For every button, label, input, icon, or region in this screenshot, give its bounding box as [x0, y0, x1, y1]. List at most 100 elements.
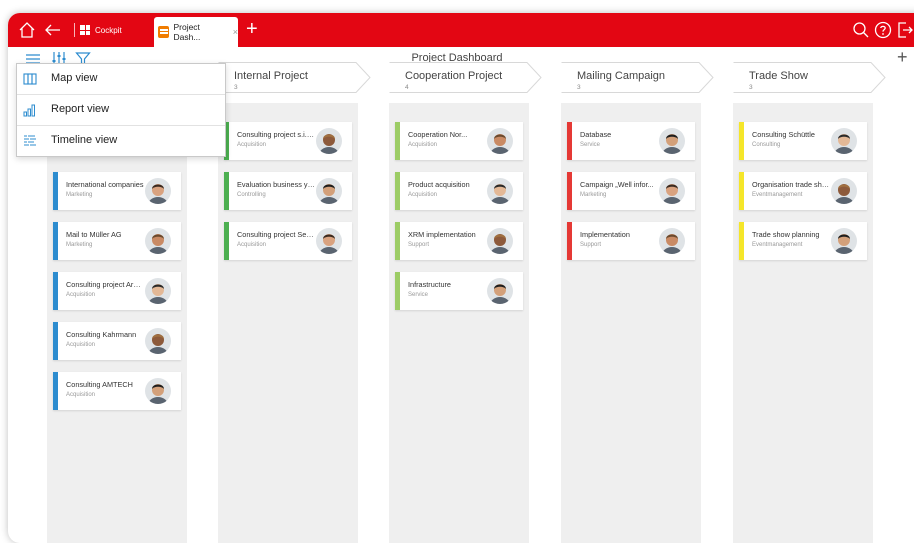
menu-item-label: Timeline view	[51, 134, 118, 146]
project-card[interactable]: Mail to Müller AG Marketing	[53, 222, 181, 260]
dashboard-tab-icon	[158, 26, 170, 38]
card-title: Consulting Kahrmann	[66, 330, 137, 339]
card-status-bar	[739, 222, 744, 260]
search-icon[interactable]	[850, 19, 872, 41]
avatar[interactable]	[487, 178, 513, 204]
column-header[interactable]: Internal Project 3	[218, 62, 372, 93]
column-header[interactable]: Trade Show 3	[733, 62, 887, 93]
view-menu: Map view Report view Timeline view	[16, 63, 226, 157]
project-card[interactable]: Trade show planning Eventmanagement	[739, 222, 867, 260]
card-subtitle: Acquisition	[66, 342, 96, 348]
menu-item-label: Map view	[51, 72, 98, 84]
home-icon[interactable]	[16, 19, 38, 41]
card-subtitle: Acquisition	[237, 142, 267, 148]
new-tab-button[interactable]: +	[246, 18, 258, 40]
card-subtitle: Controlling	[237, 192, 266, 198]
card-subtitle: Service	[408, 292, 429, 298]
card-status-bar	[567, 222, 572, 260]
project-card[interactable]: Consulting Schüttle Consulting	[739, 122, 867, 160]
avatar[interactable]	[487, 278, 513, 304]
card-title: Consulting project s.i.g...	[237, 130, 315, 139]
top-bar: Cockpit Project Dash... × +	[8, 13, 914, 47]
card-status-bar	[224, 172, 229, 210]
back-arrow-icon[interactable]	[42, 19, 64, 41]
avatar[interactable]	[487, 228, 513, 254]
project-card[interactable]: Consulting Kahrmann Acquisition	[53, 322, 181, 360]
avatar[interactable]	[316, 228, 342, 254]
card-title: Product acquisition	[408, 180, 470, 189]
card-subtitle: Support	[580, 242, 602, 248]
card-title: Campaign „Well infor...	[580, 180, 654, 189]
card-subtitle: Eventmanagement	[752, 192, 803, 198]
tab-close-icon[interactable]: ×	[233, 27, 238, 37]
project-card[interactable]: XRM implementation Support	[395, 222, 523, 260]
column-count: 4	[405, 84, 409, 91]
avatar[interactable]	[145, 378, 171, 404]
tab-cockpit-label: Cockpit	[95, 25, 122, 35]
column-lane	[733, 103, 873, 543]
column-title: Trade Show	[749, 70, 808, 82]
card-subtitle: Acquisition	[408, 192, 438, 198]
card-status-bar	[53, 172, 58, 210]
card-subtitle: Acquisition	[237, 242, 267, 248]
avatar[interactable]	[145, 228, 171, 254]
project-card[interactable]: Consulting project Secu... Acquisition	[224, 222, 352, 260]
card-subtitle: Acquisition	[66, 292, 96, 298]
avatar[interactable]	[145, 178, 171, 204]
project-card[interactable]: Database Service	[567, 122, 695, 160]
avatar[interactable]	[145, 328, 171, 354]
card-status-bar	[53, 322, 58, 360]
project-card[interactable]: Cooperation Nor... Acquisition	[395, 122, 523, 160]
card-title: Infrastructure	[408, 280, 451, 289]
avatar[interactable]	[659, 128, 685, 154]
card-status-bar	[739, 172, 744, 210]
project-card[interactable]: Consulting AMTECH Acquisition	[53, 372, 181, 410]
avatar[interactable]	[145, 278, 171, 304]
project-card[interactable]: Campaign „Well infor... Marketing	[567, 172, 695, 210]
column-lane	[218, 103, 358, 543]
column-count: 3	[577, 84, 581, 91]
card-title: Implementation	[580, 230, 630, 239]
menu-item-report-view[interactable]: Report view	[17, 95, 225, 125]
avatar[interactable]	[831, 228, 857, 254]
avatar[interactable]	[316, 128, 342, 154]
avatar[interactable]	[316, 178, 342, 204]
tab-cockpit[interactable]: Cockpit	[80, 22, 122, 38]
card-status-bar	[395, 172, 400, 210]
card-status-bar	[53, 272, 58, 310]
card-status-bar	[53, 222, 58, 260]
avatar[interactable]	[659, 178, 685, 204]
card-subtitle: Acquisition	[408, 142, 438, 148]
card-subtitle: Marketing	[66, 242, 93, 248]
project-card[interactable]: Infrastructure Service	[395, 272, 523, 310]
help-icon[interactable]	[872, 19, 894, 41]
menu-item-label: Report view	[51, 103, 110, 115]
card-status-bar	[395, 122, 400, 160]
project-card[interactable]: Consulting project Argus Acquisition	[53, 272, 181, 310]
column-title: Internal Project	[234, 70, 308, 82]
column-title: Cooperation Project	[405, 70, 503, 82]
card-title: Consulting project Argus	[66, 280, 144, 289]
tab-project-dashboard[interactable]: Project Dash... ×	[154, 17, 238, 47]
avatar[interactable]	[487, 128, 513, 154]
logout-icon[interactable]	[894, 19, 914, 41]
project-card[interactable]: International companies Marketing	[53, 172, 181, 210]
cockpit-grid-icon	[80, 25, 90, 35]
avatar[interactable]	[831, 178, 857, 204]
column-header[interactable]: Mailing Campaign 3	[561, 62, 715, 93]
project-card[interactable]: Organisation trade show Eventmanagement	[739, 172, 867, 210]
menu-item-timeline-view[interactable]: Timeline view	[17, 126, 225, 156]
card-status-bar	[567, 122, 572, 160]
column-lane	[561, 103, 701, 543]
avatar[interactable]	[659, 228, 685, 254]
menu-item-map-view[interactable]: Map view	[17, 64, 225, 94]
project-card[interactable]: Evaluation business year Controlling	[224, 172, 352, 210]
project-card[interactable]: Implementation Support	[567, 222, 695, 260]
avatar[interactable]	[831, 128, 857, 154]
project-card[interactable]: Consulting project s.i.g... Acquisition	[224, 122, 352, 160]
project-card[interactable]: Product acquisition Acquisition	[395, 172, 523, 210]
column-lane	[389, 103, 529, 543]
card-subtitle: Eventmanagement	[752, 242, 803, 248]
column-header[interactable]: Cooperation Project 4	[389, 62, 543, 93]
timeline-view-icon	[24, 135, 36, 146]
